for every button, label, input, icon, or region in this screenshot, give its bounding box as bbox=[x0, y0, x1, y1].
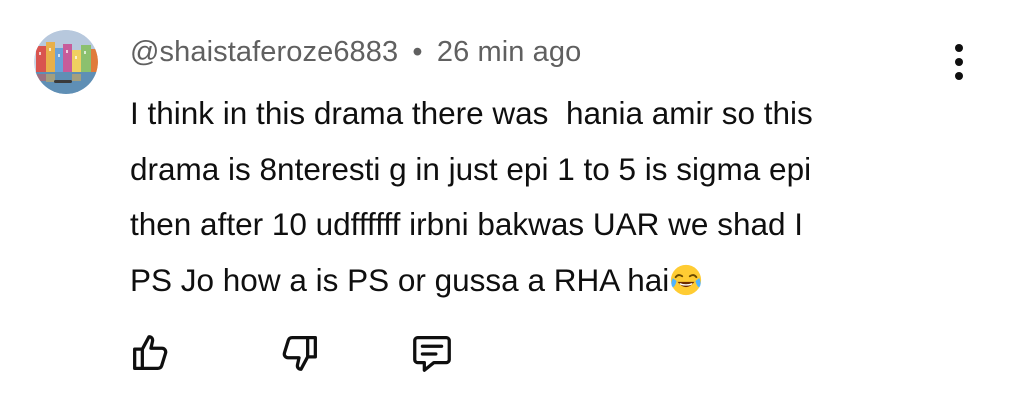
comment-line: then after 10 udffffff irbni bakwas UAR … bbox=[130, 206, 804, 242]
dislike-button[interactable] bbox=[277, 330, 323, 376]
avatar[interactable] bbox=[34, 30, 98, 94]
comment-meta: @shaistaferoze6883 • 26 min ago bbox=[130, 36, 581, 69]
comment-line-text: PS Jo how a is PS or gussa a RHA hai bbox=[130, 261, 670, 298]
author-name[interactable]: @shaistaferoze6883 bbox=[130, 36, 398, 68]
thumbs-down-icon bbox=[282, 336, 317, 371]
avatar-image bbox=[34, 30, 98, 94]
thumbs-up-icon bbox=[133, 335, 168, 370]
comment-timestamp: 26 min ago bbox=[436, 36, 582, 68]
reply-button[interactable] bbox=[409, 330, 455, 376]
comment-line: drama is 8nteresti g in just epi 1 to 5 … bbox=[130, 150, 812, 187]
comment-line-last: PS Jo how a is PS or gussa a RHA hai bbox=[130, 253, 950, 309]
reply-comment-icon bbox=[413, 336, 451, 372]
like-button[interactable] bbox=[127, 330, 173, 376]
comment-line: I think in this drama there was hania am… bbox=[130, 95, 813, 131]
more-options-button[interactable] bbox=[942, 40, 976, 84]
meta-separator: • bbox=[412, 36, 423, 68]
face-with-tears-of-joy-emoji bbox=[671, 264, 702, 295]
more-vertical-icon bbox=[955, 44, 963, 80]
comment-text: I think in this drama there was hania am… bbox=[130, 86, 950, 308]
